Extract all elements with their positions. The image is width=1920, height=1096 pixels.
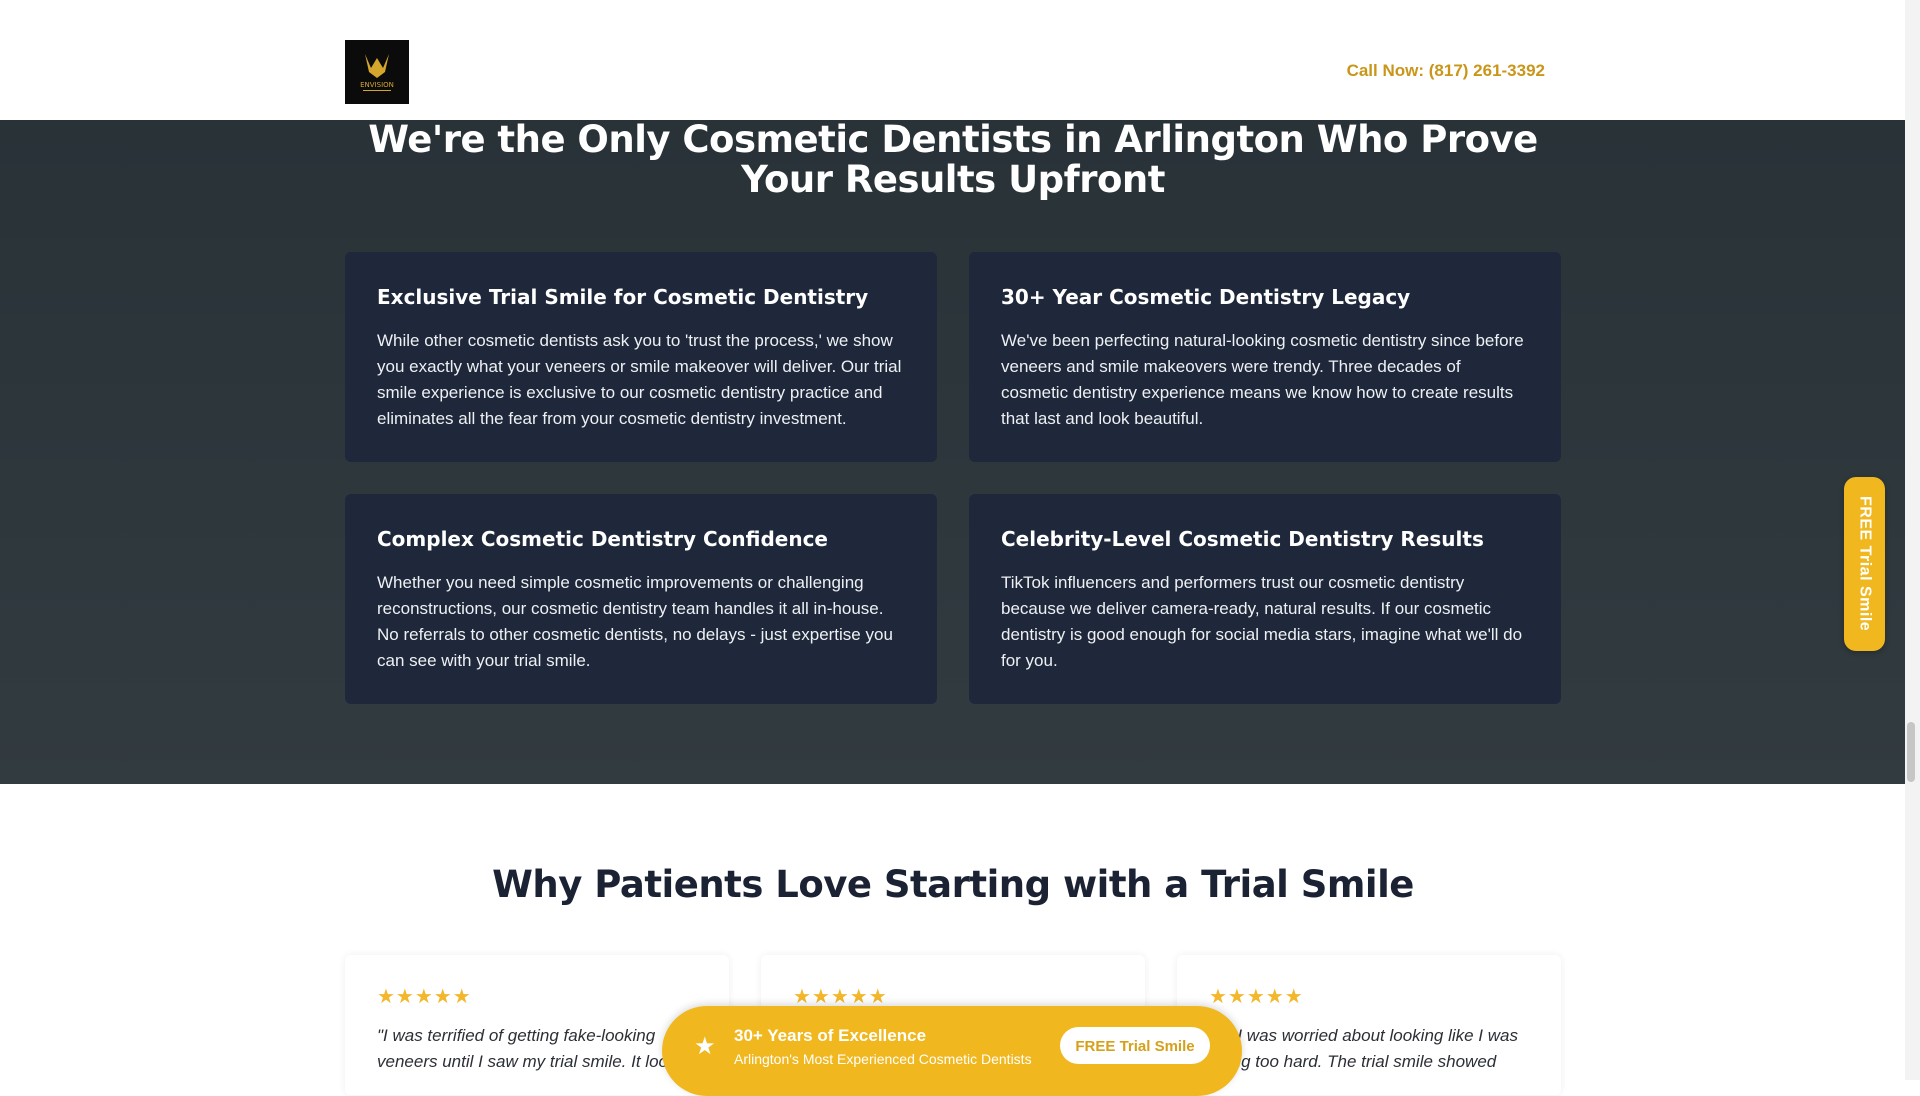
feature-card-body: We've been perfecting natural-looking co… [1001, 331, 1524, 428]
feature-card: Complex Cosmetic Dentistry Confidence Wh… [345, 494, 937, 704]
promo-title: 30+ Years of Excellence [734, 1026, 927, 1045]
free-trial-smile-tab[interactable]: FREE Trial Smile [1844, 477, 1885, 651]
testimonial-quote: "I was terrified of getting fake-looking… [377, 1026, 677, 1071]
logo-icon: ENVISION [360, 54, 394, 91]
feature-card-title: 30+ Year Cosmetic Dentistry Legacy [1001, 285, 1411, 309]
feature-card-title: Exclusive Trial Smile for Cosmetic Denti… [377, 285, 869, 309]
call-now-link[interactable]: Call Now: (817) 261-3392 [1347, 61, 1545, 81]
feature-card-title: Complex Cosmetic Dentistry Confidence [377, 527, 828, 551]
hero-section: We're the Only Cosmetic Dentists in Arli… [0, 120, 1905, 784]
feature-card-title: Celebrity-Level Cosmetic Dentistry Resul… [1001, 527, 1484, 551]
scrollbar-thumb[interactable] [1907, 722, 1915, 782]
star-rating: ★★★★★ [1209, 984, 1304, 1008]
hero-title: We're the Only Cosmetic Dentists in Arli… [368, 118, 1538, 201]
logo-text: ENVISION [360, 81, 394, 89]
logo[interactable]: ENVISION [345, 40, 409, 104]
feature-card: Celebrity-Level Cosmetic Dentistry Resul… [969, 494, 1561, 704]
feature-card-body: Whether you need simple cosmetic improve… [377, 573, 893, 670]
promo-bar: ★ 30+ Years of Excellence Arlington's Mo… [662, 1006, 1242, 1096]
free-trial-smile-button[interactable]: FREE Trial Smile [1060, 1027, 1210, 1064]
promo-subtitle: Arlington's Most Experienced Cosmetic De… [734, 1051, 1032, 1067]
testimonial-quote: 52, I was worried about looking like I w… [1209, 1026, 1518, 1071]
feature-card: Exclusive Trial Smile for Cosmetic Denti… [345, 252, 937, 462]
site-header: ENVISION Call Now: (817) 261-3392 [0, 0, 1905, 120]
star-rating: ★★★★★ [793, 984, 888, 1008]
star-rating: ★★★★★ [377, 984, 472, 1008]
feature-card-body: While other cosmetic dentists ask you to… [377, 331, 902, 428]
side-tab-label: FREE Trial Smile [1856, 496, 1874, 632]
feature-card: 30+ Year Cosmetic Dentistry Legacy We've… [969, 252, 1561, 462]
testimonials-title: Why Patients Love Starting with a Trial … [492, 863, 1414, 906]
scrollbar[interactable] [1905, 0, 1920, 1080]
feature-card-body: TikTok influencers and performers trust … [1001, 573, 1523, 670]
star-icon: ★ [694, 1032, 716, 1060]
